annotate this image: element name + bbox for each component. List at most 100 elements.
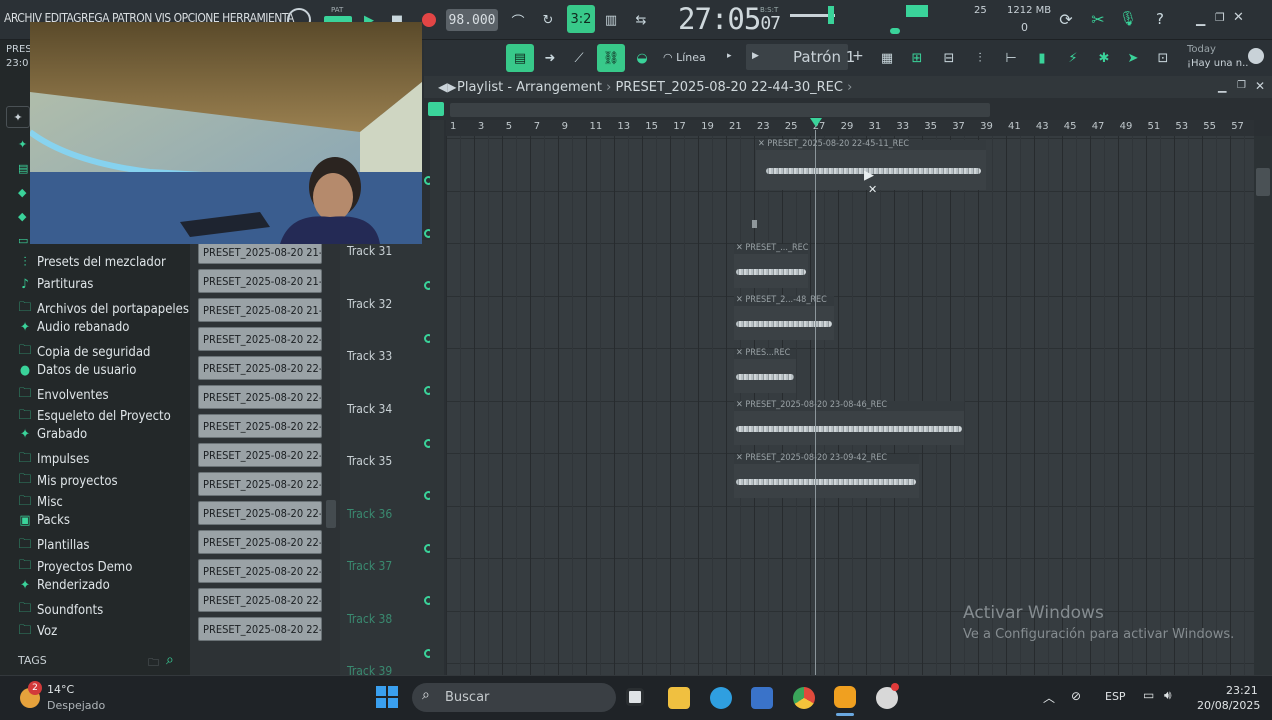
piano-roll-icon[interactable]: ▤: [506, 44, 534, 72]
display-icon[interactable]: ▭: [1143, 688, 1154, 702]
restore-icon[interactable]: ❐: [1215, 11, 1225, 24]
clip-close-icon[interactable]: ✕: [758, 139, 767, 149]
pattern-item[interactable]: PRESET_2025-08-20 22-...: [198, 414, 322, 438]
master-volume-handle[interactable]: [828, 6, 834, 24]
tempo-display[interactable]: 98.000: [446, 9, 498, 31]
pattern-item[interactable]: PRESET_2025-08-20 22-...: [198, 443, 322, 467]
track-label[interactable]: Track 31: [347, 244, 392, 258]
taskbar-date[interactable]: 20/08/2025: [1197, 699, 1260, 712]
search-icon[interactable]: ⌕: [166, 652, 174, 668]
microphone-icon[interactable]: 🎙: [1117, 8, 1139, 30]
taskbar-search[interactable]: [412, 683, 616, 712]
browser-item[interactable]: ♪ Partituras: [18, 277, 93, 292]
brush-icon[interactable]: ⟋: [568, 47, 590, 69]
wrench-icon[interactable]: ✱: [1093, 47, 1115, 69]
pattern-item[interactable]: PRESET_2025-08-20 22-...: [198, 617, 322, 641]
snap-select[interactable]: ◠ Línea: [663, 51, 706, 64]
record-button[interactable]: [422, 13, 436, 27]
channel-rack-icon[interactable]: ⊞: [906, 47, 928, 69]
task-view-icon[interactable]: [626, 688, 644, 706]
metronome-icon[interactable]: ⌒: [507, 9, 529, 31]
add-pattern-icon[interactable]: +: [852, 48, 864, 64]
pattern-item[interactable]: PRESET_2025-08-20 21-...: [198, 298, 322, 322]
browser-item[interactable]: 🗀 Soundfonts: [18, 599, 103, 621]
language-indicator[interactable]: ESP: [1105, 690, 1126, 703]
snap-arrow-icon[interactable]: ▸: [727, 51, 732, 61]
clip-close-icon[interactable]: ✕: [736, 348, 745, 358]
fl-studio-icon[interactable]: [834, 686, 856, 708]
weather-temp[interactable]: 14°C: [47, 683, 74, 696]
browser-item[interactable]: 🗀 Plantillas: [18, 535, 89, 557]
wait-input-icon[interactable]: ↻: [537, 9, 559, 31]
clip-close-icon[interactable]: ✕: [736, 400, 745, 410]
browser-hidden-icon[interactable]: ▤: [18, 162, 28, 175]
browser-item[interactable]: 🗀 Impulses: [18, 449, 89, 471]
loop-record-icon[interactable]: ⇆: [630, 9, 652, 31]
playlist-minimize-icon[interactable]: ▁: [1218, 80, 1226, 93]
clip-fragment[interactable]: [752, 220, 757, 228]
pattern-item[interactable]: PRESET_2025-08-20 22-...: [198, 501, 322, 525]
audio-clip[interactable]: ✕ PRESET_2025-08-20 23-09-42_REC: [734, 453, 919, 498]
browser-hidden-icon[interactable]: ✦: [18, 138, 27, 151]
playlist-vertical-scroll[interactable]: [1254, 136, 1272, 675]
browser-hidden-icon[interactable]: ▭: [18, 234, 28, 247]
patch-icon[interactable]: ➤: [1122, 47, 1144, 69]
browser-hidden-icon[interactable]: ◆: [18, 210, 26, 223]
browser-item[interactable]: 🗀 Envolventes: [18, 384, 108, 406]
browser-item[interactable]: 🗀 Copia de seguridad: [18, 341, 150, 363]
browser-item[interactable]: 🗀 Misc: [18, 492, 62, 514]
browser-snap-icon[interactable]: ✦: [6, 106, 30, 128]
pattern-scrollbar[interactable]: [326, 500, 336, 528]
playlist-restore-icon[interactable]: ❐: [1237, 80, 1246, 91]
edge-icon[interactable]: [710, 687, 732, 709]
taskbar-clock[interactable]: 23:21: [1226, 684, 1258, 697]
vertical-scroll-thumb[interactable]: [1256, 168, 1270, 196]
pattern-item[interactable]: PRESET_2025-08-20 22-...: [198, 472, 322, 496]
tray-chevron-icon[interactable]: ︿: [1043, 689, 1055, 706]
browser-tree-icon[interactable]: ⊢: [1000, 47, 1022, 69]
browser-item[interactable]: ● Datos de usuario: [18, 363, 136, 378]
file-icon[interactable]: ▮: [1031, 47, 1053, 69]
volume-icon[interactable]: 🔊︎: [1164, 688, 1172, 703]
audio-clip[interactable]: ✕ PRESET_..._REC: [734, 243, 808, 288]
pattern-item[interactable]: PRESET_2025-08-20 22-...: [198, 385, 322, 409]
pattern-item[interactable]: PRESET_2025-08-20 22-...: [198, 327, 322, 351]
browser-item[interactable]: ⫶ Presets del mezclador: [18, 255, 165, 270]
start-button[interactable]: [376, 686, 398, 708]
magnet-icon[interactable]: ◒: [631, 47, 653, 69]
browser-item[interactable]: 🗀 Mis proyectos: [18, 470, 117, 492]
pattern-item[interactable]: PRESET_2025-08-20 21-...: [198, 269, 322, 293]
pattern-item[interactable]: PRESET_2025-08-20 22-...: [198, 356, 322, 380]
track-label[interactable]: Track 38: [347, 612, 392, 626]
minimize-icon[interactable]: ▁: [1196, 12, 1205, 26]
playlist-menu-icon[interactable]: ◀▶: [438, 80, 456, 94]
playlist-horizontal-scroll[interactable]: [450, 103, 990, 117]
clip-close-icon[interactable]: ✕: [736, 295, 745, 305]
network-icon[interactable]: ⊘: [1071, 689, 1081, 703]
chrome-icon[interactable]: [793, 687, 815, 709]
tags-folder-icon[interactable]: 🗀: [148, 654, 159, 673]
cart-icon[interactable]: ⊡: [1152, 47, 1174, 69]
sliders-icon[interactable]: ⫶: [969, 47, 991, 69]
file-explorer-icon[interactable]: [668, 687, 690, 709]
mixer-icon[interactable]: ⊟: [938, 47, 960, 69]
playlist-close-icon[interactable]: ✕: [1255, 79, 1265, 93]
weather-desc[interactable]: Despejado: [47, 699, 105, 712]
browser-item[interactable]: ▣ Packs: [18, 513, 69, 528]
pattern-item[interactable]: PRESET_2025-08-20 22-...: [198, 588, 322, 612]
track-label[interactable]: Track 33: [347, 349, 392, 363]
browser-item[interactable]: 🗀 Voz: [18, 621, 57, 643]
track-label[interactable]: Track 35: [347, 454, 392, 468]
clip-close-icon[interactable]: ✕: [736, 453, 745, 463]
pattern-prev-icon[interactable]: ▶: [752, 51, 759, 61]
globe-icon[interactable]: [1248, 48, 1264, 64]
plugin-icon[interactable]: ⚡: [1062, 47, 1084, 69]
pattern-item[interactable]: PRESET_2025-08-20 22-...: [198, 530, 322, 554]
track-label[interactable]: Track 32: [347, 297, 392, 311]
browser-item[interactable]: 🗀 Archivos del portapapeles: [18, 298, 189, 320]
clip-close-icon[interactable]: ✕: [736, 243, 745, 253]
audio-clip[interactable]: ✕ PRES...REC: [734, 348, 796, 393]
arrow-icon[interactable]: ➜: [539, 47, 561, 69]
playhead-marker-icon[interactable]: [810, 118, 822, 127]
close-icon[interactable]: ✕: [1233, 10, 1244, 25]
